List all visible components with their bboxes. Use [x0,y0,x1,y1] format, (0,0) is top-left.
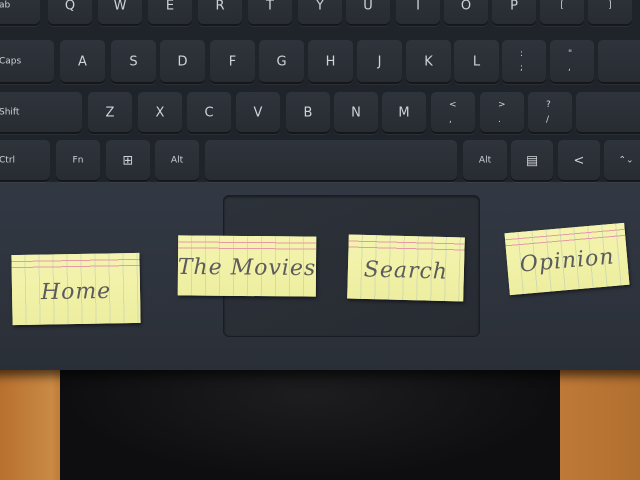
key-alt-right[interactable]: Alt [463,140,507,182]
key-p[interactable]: P [492,0,536,26]
key-b[interactable]: B [286,92,330,134]
key-q[interactable]: Q [48,0,92,26]
sticky-note-opinion[interactable]: Opinion [504,222,630,296]
key-u[interactable]: U [346,0,390,26]
key-right-bracket[interactable]: ] [588,0,632,26]
key-h[interactable]: H [308,40,353,84]
key-w[interactable]: W [98,0,142,26]
arrow-left-icon: < [573,153,585,169]
key-fn[interactable]: Fn [56,140,100,182]
key-arrow-left[interactable]: < [558,140,600,182]
key-semicolon[interactable]: : ; [502,40,546,84]
sticky-note-search[interactable]: Search [347,234,465,302]
note-label: Search [363,256,449,285]
key-enter[interactable] [598,40,640,84]
key-i[interactable]: I [396,0,440,26]
key-shift[interactable]: Shift [0,92,82,134]
key-l[interactable]: L [454,40,499,84]
key-ctrl[interactable]: Ctrl [0,140,50,182]
note-label: Opinion [518,244,616,279]
key-c[interactable]: C [187,92,231,134]
key-left-bracket[interactable]: [ [540,0,584,26]
key-f[interactable]: F [210,40,255,84]
keyboard: ab Q W E R T Y U I O P [ ] Caps A S D F … [0,0,640,182]
key-m[interactable]: M [382,92,426,134]
key-r[interactable]: R [198,0,242,26]
key-space[interactable] [205,140,457,182]
key-windows[interactable]: ⊞ [106,140,150,182]
key-t[interactable]: T [248,0,292,26]
key-comma[interactable]: < , [431,92,475,134]
key-caps[interactable]: Caps [0,40,54,84]
key-o[interactable]: O [444,0,488,26]
key-x[interactable]: X [138,92,182,134]
key-menu[interactable]: ▤ [511,140,553,182]
sticky-note-the-movies[interactable]: The Movies [177,235,317,297]
key-a[interactable]: A [60,40,105,84]
key-s[interactable]: S [111,40,156,84]
photo-scene: ab Q W E R T Y U I O P [ ] Caps A S D F … [0,0,640,480]
key-slash[interactable]: ? / [528,92,572,134]
key-d[interactable]: D [160,40,205,84]
key-z[interactable]: Z [88,92,132,134]
key-v[interactable]: V [236,92,280,134]
key-right-shift[interactable] [576,92,640,134]
key-y[interactable]: Y [298,0,342,26]
key-quote[interactable]: " , [550,40,594,84]
key-tab[interactable]: ab [0,0,40,26]
note-label: The Movies [177,255,317,282]
menu-icon: ▤ [525,153,539,169]
windows-icon: ⊞ [122,153,134,169]
sticky-note-home[interactable]: Home [11,252,141,326]
key-g[interactable]: G [259,40,304,84]
key-alt-left[interactable]: Alt [155,140,199,182]
key-n[interactable]: N [334,92,378,134]
key-e[interactable]: E [148,0,192,26]
key-period[interactable]: > . [480,92,524,134]
arrow-up-down-icon: ⌃⌄ [618,155,634,166]
note-label: Home [40,278,112,305]
key-j[interactable]: J [357,40,402,84]
key-k[interactable]: K [406,40,451,84]
key-arrow-up-down[interactable]: ⌃⌄ [604,140,640,182]
